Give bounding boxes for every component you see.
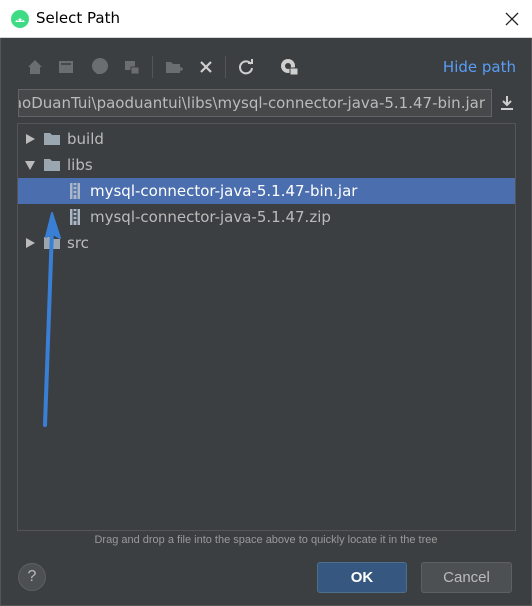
jar-file-icon [70,183,80,199]
tree-item-libs[interactable]: libs [18,152,515,178]
delete-icon[interactable] [195,56,217,78]
toolbar-separator [225,56,226,78]
toolbar [22,52,322,80]
help-button[interactable]: ? [18,563,46,591]
toolbar-separator [152,56,153,78]
path-input[interactable]: aoDuanTui\paoduantui\libs\mysql-connecto… [18,89,492,117]
tree-item-zip[interactable]: mysql-connector-java-5.1.47.zip [18,204,515,230]
refresh-icon[interactable] [235,56,257,78]
expand-arrow-icon[interactable] [24,237,36,249]
home-icon[interactable] [24,56,46,78]
new-folder-icon[interactable] [163,56,185,78]
desktop-icon[interactable] [55,56,77,78]
module-icon[interactable] [121,56,143,78]
tree-item-label: build [67,130,104,148]
ok-button[interactable]: OK [317,562,407,593]
zip-file-icon [70,209,80,225]
tree-item-build[interactable]: build [18,126,515,152]
tree-item-label: src [67,234,89,252]
tree-item-label: mysql-connector-java-5.1.47.zip [90,208,331,226]
android-studio-icon [11,10,29,28]
collapse-arrow-icon[interactable] [24,159,36,171]
window-title: Select Path [36,9,120,27]
expand-arrow-icon[interactable] [24,133,36,145]
close-icon [505,12,519,26]
path-value: aoDuanTui\paoduantui\libs\mysql-connecto… [18,94,485,112]
close-button[interactable] [492,0,532,38]
hide-path-link[interactable]: Hide path [443,58,516,76]
tree-item-label: libs [67,156,93,174]
download-icon[interactable] [497,93,517,113]
tree-item-src[interactable]: src [18,230,515,256]
folder-icon [44,159,60,171]
title-bar: Select Path [0,0,532,38]
tree-item-jar[interactable]: mysql-connector-java-5.1.47-bin.jar [18,178,515,204]
show-hidden-icon[interactable] [278,56,300,78]
tree-item-label: mysql-connector-java-5.1.47-bin.jar [90,182,358,200]
folder-icon [44,237,60,249]
drag-drop-hint: Drag and drop a file into the space abov… [94,534,438,546]
project-icon[interactable] [89,56,111,78]
file-tree[interactable]: build libs mysql-connector-java-5.1.47-b… [17,123,516,531]
folder-icon [44,133,60,145]
cancel-button[interactable]: Cancel [421,562,512,593]
